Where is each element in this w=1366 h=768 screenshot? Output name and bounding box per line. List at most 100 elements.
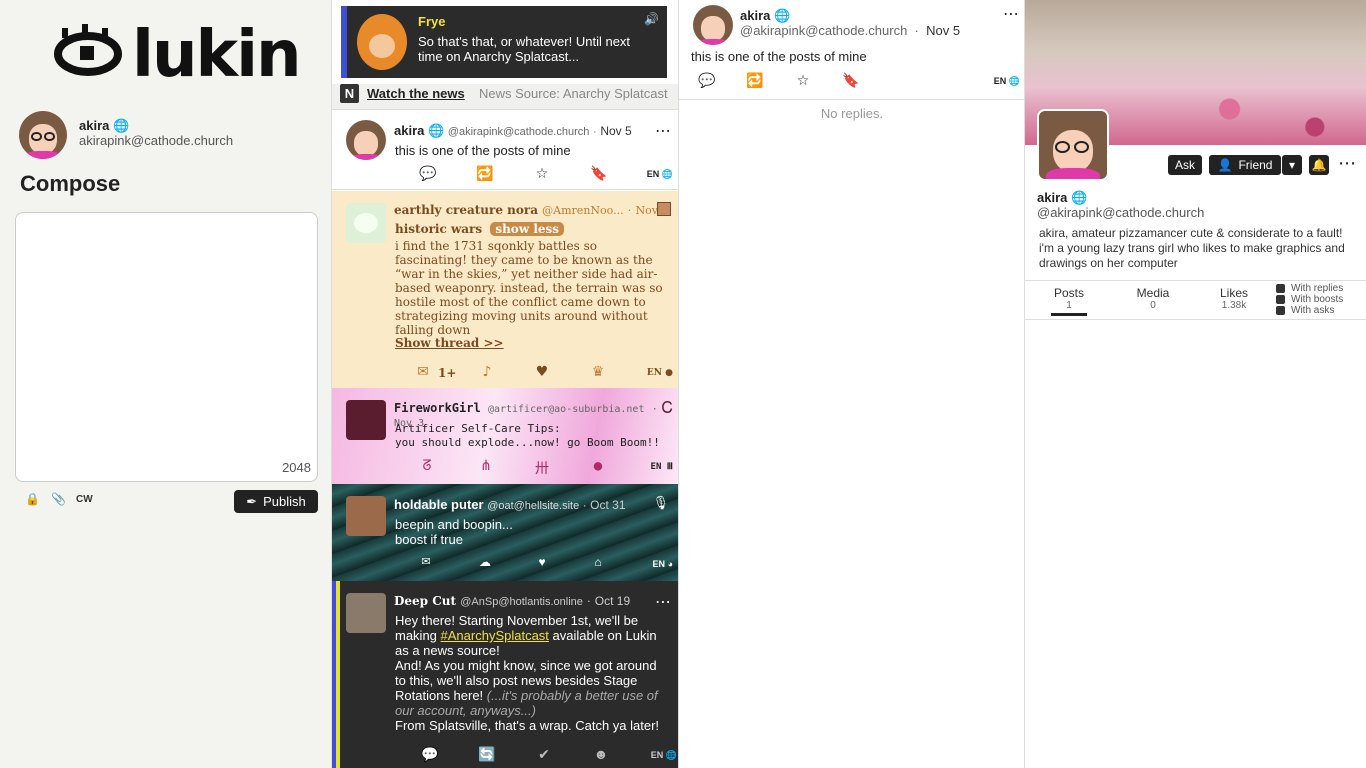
language-badge: EN 🌐 [650, 750, 677, 760]
me-name[interactable]: akira 🌐 [79, 118, 129, 134]
checkbox-icon [1276, 306, 1285, 315]
filter-with-asks[interactable]: With asks [1276, 305, 1334, 316]
bookmark-icon[interactable]: ⌂ [587, 555, 609, 569]
thread-actions: 💬 🔁 ☆ 🔖 EN 🌐 [679, 72, 1024, 94]
bookmark-icon[interactable]: 🔖 [588, 165, 610, 182]
language-badge: EN ◕ [652, 559, 673, 569]
globe-icon: 🌐 [113, 118, 130, 133]
accent-bar [336, 581, 340, 768]
bookmark-icon[interactable]: ♛ [587, 364, 609, 380]
bookmark-icon[interactable]: 🔖 [840, 72, 862, 89]
no-replies: No replies. [820, 106, 884, 121]
post-avatar[interactable] [346, 400, 386, 440]
friend-dropdown-button[interactable]: ▾ [1282, 155, 1302, 175]
more-icon[interactable]: Ꮯ [662, 398, 673, 418]
news-speaker: Frye [418, 14, 446, 29]
ask-button[interactable]: Ask [1168, 155, 1202, 175]
post-header: akira 🌐 @akirapink@cathode.church · Nov … [394, 123, 632, 138]
profile-handle: @akirapink@cathode.church [1037, 205, 1205, 220]
favourite-icon[interactable]: ✔ [533, 746, 555, 763]
speaker-icon[interactable]: 🔊 [644, 12, 659, 26]
language-badge: EN ● [646, 368, 673, 378]
news-badge: N [340, 84, 359, 103]
reply-icon[interactable]: 💬 [417, 165, 439, 182]
post-actions: ✉ 1+ ♪ ♥ ♛ EN ● [332, 364, 678, 386]
publish-icon: ✒ [246, 493, 258, 509]
language-badge: EN 🌐 [646, 169, 673, 179]
boost-icon[interactable]: 🔁 [744, 72, 766, 89]
post-avatar[interactable] [346, 496, 386, 536]
reply-icon[interactable]: ✉ [412, 364, 434, 380]
more-icon[interactable]: ⋯ [1338, 153, 1356, 174]
show-thread-link[interactable]: Show thread >> [395, 336, 504, 350]
feed-post-holdable[interactable]: holdable puter @oat@hellsite.site · Oct … [332, 484, 678, 581]
post-avatar[interactable] [346, 120, 386, 160]
tab-posts[interactable]: Posts 1 [1051, 286, 1087, 316]
publish-button[interactable]: ✒ Publish [234, 490, 318, 513]
more-icon[interactable]: 🎙 [652, 495, 669, 511]
left-column: lukin akira 🌐 akirapink@cathode.church C… [0, 0, 332, 768]
favourite-icon[interactable]: 卅 [531, 458, 553, 478]
post-header: holdable puter @oat@hellsite.site · Oct … [394, 497, 626, 512]
post-body: Artificer Self-Care Tips: you should exp… [395, 422, 660, 449]
feed-post-fireworkgirl[interactable]: FireworkGirl @artificer@ao-suburbia.net … [332, 388, 678, 484]
more-icon[interactable]: ⋯ [655, 121, 671, 141]
profile-avatar[interactable] [1037, 109, 1109, 181]
lukin-logo[interactable]: lukin [52, 18, 302, 92]
paperclip-icon[interactable]: 📎 [51, 492, 66, 506]
favourite-icon[interactable]: ♥ [531, 364, 553, 380]
post-avatar[interactable] [346, 593, 386, 633]
post-header: Deep Cut @AnSp@hotlantis.online · Oct 19 [394, 594, 631, 608]
boost-icon[interactable]: ☁ [474, 555, 496, 569]
feed-post-deepcut[interactable]: Deep Cut @AnSp@hotlantis.online · Oct 19… [332, 581, 678, 768]
compose-textarea[interactable]: 2048 [15, 212, 318, 482]
thread-meta: @akirapink@cathode.church · Nov 5 [740, 23, 961, 38]
reply-icon[interactable]: ✉ [415, 555, 437, 568]
thread-author[interactable]: akira 🌐 [740, 8, 790, 24]
bookmark-icon[interactable]: ● [587, 458, 609, 474]
friend-button[interactable]: 👤 Friend [1209, 155, 1281, 175]
thread-post[interactable]: akira 🌐 @akirapink@cathode.church · Nov … [679, 0, 1024, 100]
favourite-icon[interactable]: ☆ [792, 72, 814, 89]
avatar[interactable] [19, 111, 67, 159]
favourite-icon[interactable]: ♥ [531, 555, 553, 569]
char-count: 2048 [282, 460, 311, 475]
boost-icon[interactable]: ♪ [476, 364, 498, 380]
news-source: News Source: Anarchy Splatcast [479, 86, 668, 101]
reply-icon[interactable]: ᘔ [416, 458, 438, 474]
bookmark-icon[interactable]: ☻ [590, 746, 612, 762]
reply-icon[interactable]: 💬 [696, 72, 718, 89]
hashtag-link[interactable]: #AnarchySplatcast [441, 628, 549, 643]
tab-likes[interactable]: Likes 1.38k [1217, 286, 1251, 311]
notify-button[interactable]: 🔔 [1309, 155, 1329, 175]
post-avatar[interactable] [693, 5, 733, 45]
post-avatar[interactable] [346, 203, 386, 243]
me-handle: akirapink@cathode.church [79, 133, 234, 148]
caret-down-icon: ▾ [1288, 158, 1296, 172]
more-icon[interactable]: ⋯ [655, 592, 671, 612]
more-icon[interactable]: ⋯ [1003, 4, 1019, 24]
filter-with-boosts[interactable]: With boosts [1276, 294, 1343, 305]
show-less-button[interactable]: show less [490, 222, 565, 236]
boost-icon[interactable]: ⋔ [475, 458, 497, 474]
cw-button[interactable]: CW [76, 494, 93, 505]
feed-post-nora[interactable]: earthly creature nora @AmrenNoo... · Nov… [332, 191, 678, 388]
lock-icon[interactable]: 🔒 [25, 492, 40, 506]
filter-with-replies[interactable]: With replies [1276, 283, 1343, 294]
more-icon[interactable] [657, 202, 671, 216]
boost-icon[interactable]: 🔁 [474, 165, 496, 182]
watch-news-link[interactable]: Watch the news [367, 86, 465, 101]
news-banner[interactable]: Frye So that's that, or whatever! Until … [341, 6, 667, 78]
reply-icon[interactable]: 💬 [419, 746, 441, 763]
post-actions: 💬 🔄 ✔ ☻ EN 🌐 [336, 746, 678, 768]
post-header: earthly creature nora @AmrenNoo... · Nov… [394, 203, 669, 217]
compose-title: Compose [20, 171, 121, 196]
post-actions: 💬 🔁 ☆ 🔖 EN 🌐 [332, 165, 678, 187]
globe-icon: 🌐 [1071, 190, 1088, 205]
favourite-icon[interactable]: ☆ [531, 165, 553, 182]
post-actions: ✉ ☁ ♥ ⌂ EN ◕ [332, 555, 678, 577]
boost-icon[interactable]: 🔄 [476, 746, 498, 763]
feed-post-akira[interactable]: akira 🌐 @akirapink@cathode.church · Nov … [332, 110, 678, 190]
tab-media[interactable]: Media 0 [1133, 286, 1173, 311]
language-badge: EN Ⅲ [650, 462, 673, 472]
